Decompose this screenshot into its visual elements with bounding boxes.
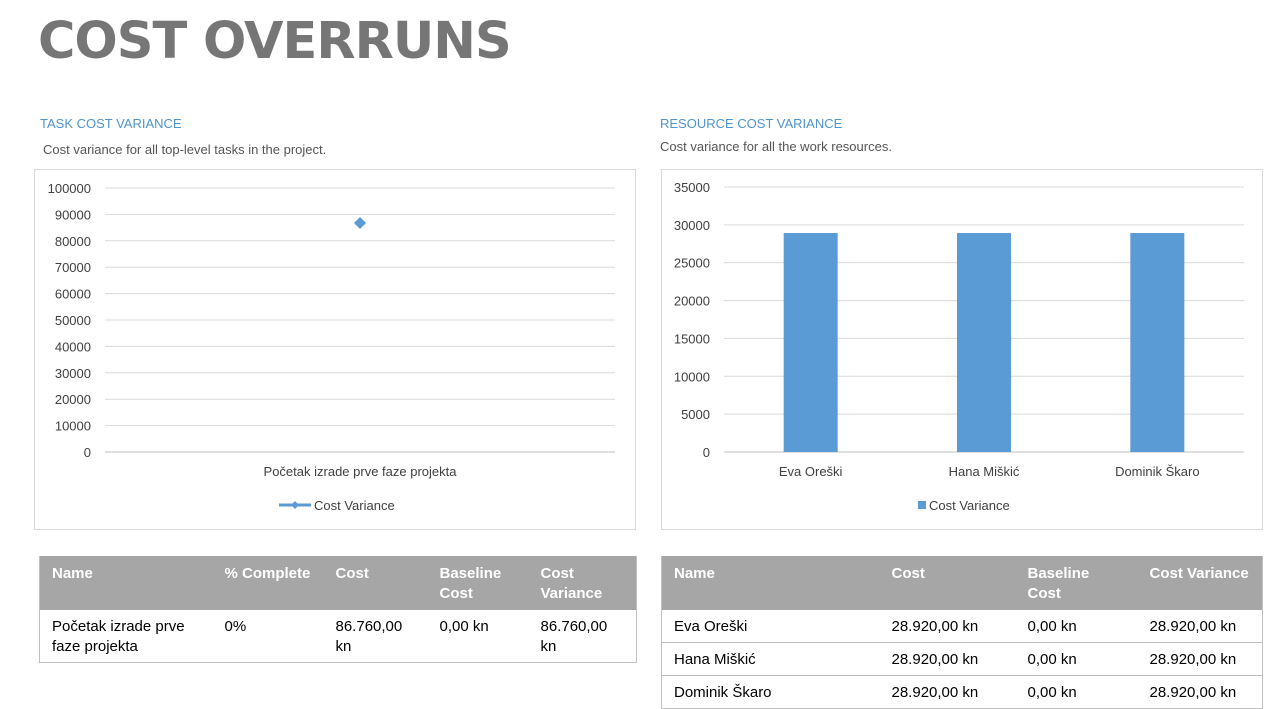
cell-name: Eva Oreški [661,610,880,643]
cell-baseline-cost: 0,00 kn [1015,610,1138,643]
resource-cost-variance-description: Cost variance for all the work resources… [660,139,892,154]
column-header-percent-complete[interactable]: % Complete [212,556,324,610]
task-cost-variance-title: TASK COST VARIANCE [40,116,182,131]
column-header-cost[interactable]: Cost [323,556,428,610]
resource-cost-variance-chart[interactable]: 0 5000 10000 15000 20000 25000 30000 35000 Eva O… [661,169,1263,530]
column-header-name[interactable]: Name [661,556,880,610]
legend-label: Cost Variance [314,498,395,513]
x-tick-label: Eva Oreški [779,464,843,479]
table-row[interactable]: Početak izrade prve faze projekta 0% 86.… [39,610,637,663]
task-cost-variance-chart[interactable]: 0 10000 20000 30000 40000 50000 60000 70000 8000… [34,169,636,530]
x-tick-label: Hana Miškić [949,464,1020,479]
data-point [354,216,366,229]
cell-cost: 28.920,00 kn [879,642,1016,676]
cell-baseline-cost: 0,00 kn [1015,675,1138,709]
cell-cost: 28.920,00 kn [879,675,1016,709]
y-tick-label: 0 [84,445,91,460]
cell-name: Početak izrade prve faze projekta [39,610,213,663]
table-row[interactable]: Hana Miškić 28.920,00 kn 0,00 kn 28.920,… [661,642,1263,676]
y-tick-label: 35000 [674,180,710,195]
task-cost-table: Name % Complete Cost Baseline Cost Cost … [39,556,637,663]
y-tick-label: 20000 [55,392,91,407]
y-tick-label: 60000 [55,287,91,302]
cell-cost-variance: 28.920,00 kn [1137,642,1263,676]
y-tick-label: 50000 [55,313,91,328]
column-header-cost-variance[interactable]: Cost Variance [528,556,637,610]
cell-name: Dominik Škaro [661,675,880,709]
table-row[interactable]: Eva Oreški 28.920,00 kn 0,00 kn 28.920,0… [661,610,1263,643]
cell-cost-variance: 28.920,00 kn [1137,675,1263,709]
table-header-row: Name Cost Baseline Cost Cost Variance [661,556,1263,610]
y-tick-label: 90000 [55,207,91,222]
y-tick-label: 5000 [681,407,710,422]
resource-cost-variance-title: RESOURCE COST VARIANCE [660,116,843,131]
resource-chart-svg: 0 5000 10000 15000 20000 25000 30000 35000 Eva O… [674,180,1244,513]
table-row[interactable]: Dominik Škaro 28.920,00 kn 0,00 kn 28.92… [661,675,1263,709]
cell-baseline-cost: 0,00 kn [427,610,529,663]
cell-name: Hana Miškić [661,642,880,676]
y-tick-label: 0 [703,445,710,460]
legend-label: Cost Variance [929,498,1010,513]
x-tick-label: Dominik Škaro [1115,464,1200,479]
page-title: COST OVERRUNS [38,12,512,71]
column-header-cost-variance[interactable]: Cost Variance [1137,556,1263,610]
column-header-name[interactable]: Name [39,556,213,610]
y-tick-label: 100000 [48,181,91,196]
y-tick-label: 30000 [674,218,710,233]
y-tick-label: 70000 [55,260,91,275]
bar [783,233,838,452]
y-tick-label: 20000 [674,294,710,309]
legend-marker [291,501,299,509]
column-header-baseline-cost[interactable]: Baseline Cost [1015,556,1138,610]
cell-percent-complete: 0% [212,610,324,663]
table-header-row: Name % Complete Cost Baseline Cost Cost … [39,556,637,610]
y-tick-label: 10000 [674,369,710,384]
column-header-cost[interactable]: Cost [879,556,1016,610]
bar [957,233,1011,452]
x-tick-label: Početak izrade prve faze projekta [264,464,458,479]
y-tick-label: 40000 [55,339,91,354]
task-cost-variance-description: Cost variance for all top-level tasks in… [43,142,327,157]
task-chart-svg: 0 10000 20000 30000 40000 50000 60000 70000 8000… [48,181,615,513]
cell-baseline-cost: 0,00 kn [1015,642,1138,676]
cell-cost-variance: 28.920,00 kn [1137,610,1263,643]
y-tick-label: 25000 [674,256,710,271]
y-tick-label: 80000 [55,234,91,249]
cell-cost: 86.760,00 kn [323,610,428,663]
y-tick-label: 30000 [55,366,91,381]
resource-cost-table: Name Cost Baseline Cost Cost Variance Ev… [661,556,1263,709]
y-tick-label: 15000 [674,331,710,346]
cell-cost: 28.920,00 kn [879,610,1016,643]
bar [1130,233,1185,452]
legend-swatch [918,501,926,509]
column-header-baseline-cost[interactable]: Baseline Cost [427,556,529,610]
cell-cost-variance: 86.760,00 kn [528,610,637,663]
y-tick-label: 10000 [55,419,91,434]
